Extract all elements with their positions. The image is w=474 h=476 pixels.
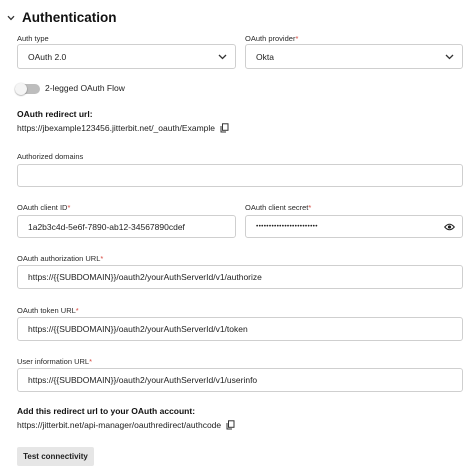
two-legged-toggle[interactable]: [15, 83, 40, 95]
authorization-url-value: https://{{SUBDOMAIN}}/oauth2/yourAuthSer…: [28, 272, 262, 282]
dropdown-arrow-icon[interactable]: [213, 54, 231, 60]
authorized-domains-label: Authorized domains: [17, 152, 84, 161]
required-mark: *: [67, 203, 71, 212]
section-title: Authentication: [22, 10, 117, 25]
userinfo-url-input[interactable]: https://{{SUBDOMAIN}}/oauth2/yourAuthSer…: [17, 368, 463, 392]
client-secret-label: OAuth client secret*: [245, 203, 311, 212]
required-mark: *: [100, 254, 104, 263]
required-mark: *: [89, 357, 93, 366]
required-mark: *: [75, 306, 79, 315]
required-mark: *: [295, 34, 299, 43]
auth-type-select[interactable]: OAuth 2.0: [17, 44, 236, 69]
token-url-label-text: OAuth token URL: [17, 306, 76, 315]
authorization-url-label-text: OAuth authorization URL: [17, 254, 101, 263]
client-id-label: OAuth client ID*: [17, 203, 70, 212]
copy-icon[interactable]: [226, 420, 235, 430]
account-redirect-url: https://jitterbit.net/api-manager/oauthr…: [17, 420, 222, 430]
test-connectivity-button[interactable]: Test connectivity: [17, 447, 94, 466]
token-url-input[interactable]: https://{{SUBDOMAIN}}/oauth2/yourAuthSer…: [17, 317, 463, 341]
userinfo-url-value: https://{{SUBDOMAIN}}/oauth2/yourAuthSer…: [28, 375, 258, 385]
oauth-provider-select[interactable]: Okta: [245, 44, 463, 69]
required-mark: *: [308, 203, 312, 212]
userinfo-url-label-text: User information URL: [17, 357, 90, 366]
section-header[interactable]: Authentication: [6, 10, 117, 25]
auth-type-value: OAuth 2.0: [28, 51, 67, 62]
redirect-url-label: OAuth redirect url:: [17, 109, 93, 119]
token-url-value: https://{{SUBDOMAIN}}/oauth2/yourAuthSer…: [28, 324, 248, 334]
auth-type-label: Auth type: [17, 34, 49, 43]
token-url-label: OAuth token URL*: [17, 306, 79, 315]
client-secret-label-text: OAuth client secret: [245, 203, 309, 212]
oauth-provider-value: Okta: [256, 51, 274, 62]
auth-type-label-text: Auth type: [17, 34, 49, 43]
client-secret-value: ••••••••••••••••••••••••: [256, 223, 318, 230]
account-redirect-row: https://jitterbit.net/api-manager/oauthr…: [17, 420, 235, 430]
account-redirect-label: Add this redirect url to your OAuth acco…: [17, 406, 196, 416]
client-secret-input[interactable]: ••••••••••••••••••••••••: [245, 215, 463, 238]
chevron-down-icon[interactable]: [6, 13, 16, 23]
client-id-input[interactable]: 1a2b3c4d-5e6f-7890-ab12-34567890cdef: [17, 215, 236, 238]
redirect-url-text: https://jbexample123456.jitterbit.net/_o…: [17, 123, 215, 133]
toggle-knob[interactable]: [15, 83, 27, 95]
authorized-domains-input[interactable]: [17, 164, 463, 187]
client-id-value: 1a2b3c4d-5e6f-7890-ab12-34567890cdef: [28, 221, 185, 232]
eye-icon[interactable]: [440, 223, 458, 231]
authorization-url-input[interactable]: https://{{SUBDOMAIN}}/oauth2/yourAuthSer…: [17, 265, 463, 289]
two-legged-label: 2-legged OAuth Flow: [45, 83, 125, 93]
authorization-url-label: OAuth authorization URL*: [17, 254, 103, 263]
oauth-provider-label-text: OAuth provider: [245, 34, 296, 43]
oauth-provider-label: OAuth provider*: [245, 34, 298, 43]
userinfo-url-label: User information URL*: [17, 357, 92, 366]
copy-icon[interactable]: [220, 123, 229, 133]
dropdown-arrow-icon[interactable]: [440, 54, 458, 60]
redirect-url-row: https://jbexample123456.jitterbit.net/_o…: [17, 123, 229, 133]
client-id-label-text: OAuth client ID: [17, 203, 68, 212]
